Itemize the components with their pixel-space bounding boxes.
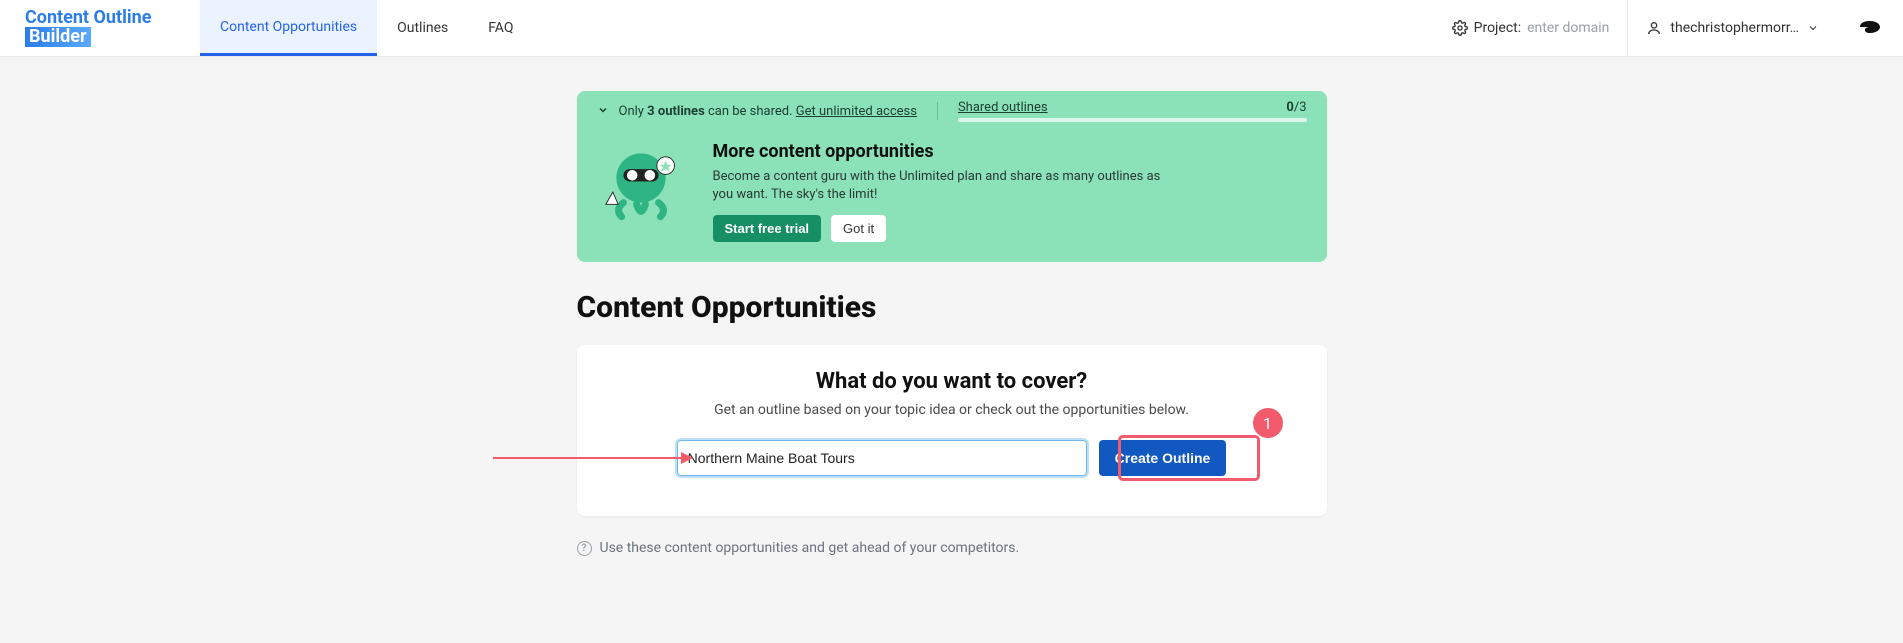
help-text: Use these content opportunities and get … bbox=[600, 540, 1020, 556]
shared-outlines-count: 0/3 bbox=[1286, 100, 1306, 115]
input-row: Create Outline 1 bbox=[605, 440, 1299, 476]
chevron-down-icon[interactable] bbox=[597, 104, 609, 119]
create-outline-button[interactable]: Create Outline bbox=[1099, 440, 1227, 476]
tab-outlines[interactable]: Outlines bbox=[377, 0, 468, 56]
tab-content-opportunities[interactable]: Content Opportunities bbox=[200, 0, 377, 56]
project-selector[interactable]: Project: enter domain bbox=[1434, 0, 1629, 56]
mascot-illustration bbox=[597, 141, 685, 229]
page-title: Content Opportunities bbox=[577, 290, 1327, 325]
progress-bar bbox=[958, 118, 1307, 122]
card-heading: What do you want to cover? bbox=[605, 369, 1299, 394]
logo-line1: Content Outline bbox=[25, 9, 151, 27]
banner-limit-text: Only 3 outlines can be shared. Get unlim… bbox=[619, 104, 917, 119]
header-right: Project: enter domain thechristophermorr… bbox=[1434, 0, 1903, 56]
logo-line2: Builder bbox=[25, 27, 91, 47]
start-free-trial-button[interactable]: Start free trial bbox=[713, 215, 822, 242]
unlimited-access-link[interactable]: Get unlimited access bbox=[796, 104, 917, 119]
banner-top-row: Only 3 outlines can be shared. Get unlim… bbox=[577, 91, 1327, 127]
person-icon bbox=[1646, 20, 1662, 36]
annotation-arrow-icon bbox=[493, 448, 693, 468]
help-icon[interactable]: ? bbox=[577, 541, 592, 556]
topic-input[interactable] bbox=[677, 440, 1087, 476]
tab-faq[interactable]: FAQ bbox=[468, 0, 533, 56]
shared-outlines-label[interactable]: Shared outlines bbox=[958, 100, 1048, 115]
app-logo[interactable]: Content Outline Builder bbox=[0, 9, 200, 47]
banner-desc: Become a content guru with the Unlimited… bbox=[713, 168, 1173, 203]
user-name: thechristophermorr… bbox=[1670, 20, 1799, 36]
user-menu[interactable]: thechristophermorr… bbox=[1628, 0, 1837, 56]
upsell-banner: Only 3 outlines can be shared. Get unlim… bbox=[577, 91, 1327, 262]
chevron-down-icon bbox=[1807, 22, 1819, 34]
main-area: Only 3 outlines can be shared. Get unlim… bbox=[0, 57, 1903, 556]
card-subtext: Get an outline based on your topic idea … bbox=[605, 402, 1299, 418]
gear-icon bbox=[1452, 20, 1468, 36]
shared-outlines-meter: Shared outlines 0/3 bbox=[958, 100, 1307, 122]
help-text-row: ? Use these content opportunities and ge… bbox=[577, 540, 1327, 556]
got-it-button[interactable]: Got it bbox=[831, 215, 886, 242]
project-label: Project: bbox=[1474, 20, 1522, 36]
banner-title: More content opportunities bbox=[713, 141, 1173, 162]
topic-card: What do you want to cover? Get an outlin… bbox=[577, 345, 1327, 516]
semrush-icon[interactable] bbox=[1837, 19, 1903, 38]
project-placeholder: enter domain bbox=[1527, 20, 1609, 36]
divider bbox=[937, 102, 938, 120]
app-header: Content Outline Builder Content Opportun… bbox=[0, 0, 1903, 57]
main-tabs: Content Opportunities Outlines FAQ bbox=[200, 0, 534, 56]
